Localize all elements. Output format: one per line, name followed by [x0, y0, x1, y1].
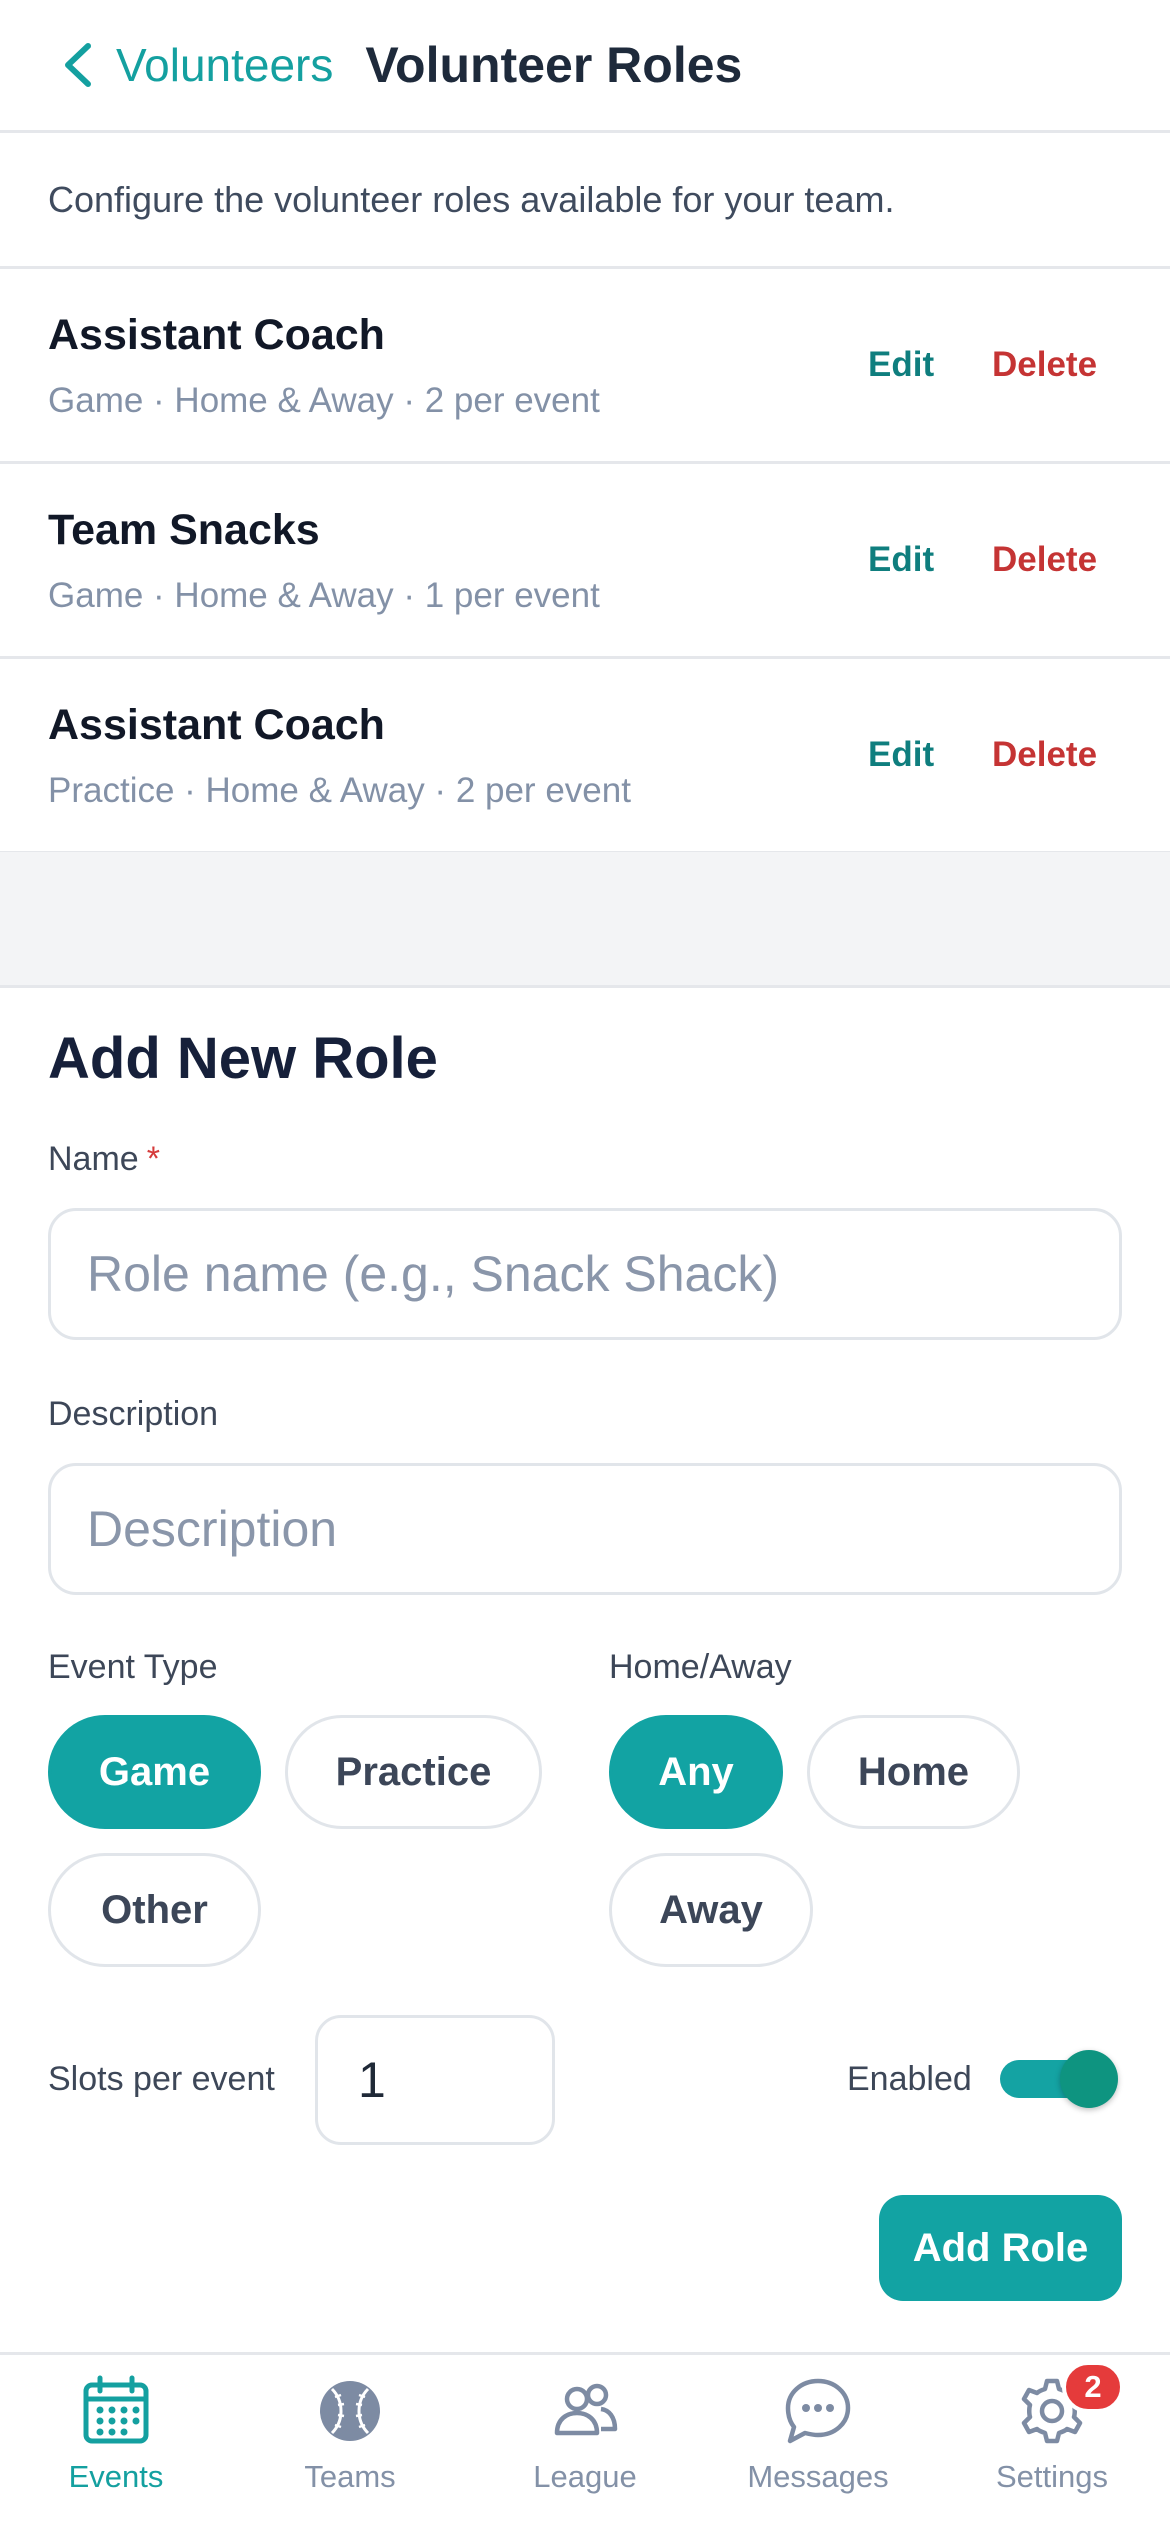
gear-icon: 2	[1016, 2361, 1124, 2447]
slots-label: Slots per event	[48, 2060, 275, 2098]
description-input[interactable]	[48, 1463, 1122, 1595]
nav-label: Settings	[995, 2459, 1108, 2494]
nav-events[interactable]: Events	[16, 2375, 216, 2525]
role-meta: Game · Home & Away · 1 per event	[48, 576, 600, 615]
role-name-input[interactable]	[48, 1208, 1122, 1340]
description-label: Description	[48, 1395, 219, 1433]
page-title: Volunteer Roles	[365, 37, 743, 93]
delete-button[interactable]: Delete	[992, 345, 1097, 385]
required-mark: *	[146, 1140, 160, 1178]
calendar-icon	[80, 2375, 152, 2447]
nav-settings[interactable]: 2 Settings	[952, 2361, 1152, 2525]
nav-label: Teams	[304, 2459, 396, 2494]
nav-label: League	[533, 2459, 637, 2494]
toggle-knob	[1060, 2050, 1118, 2108]
chevron-left-icon	[65, 43, 91, 87]
nav-teams[interactable]: Teams	[250, 2375, 450, 2525]
section-divider	[0, 852, 1170, 988]
event-type-practice-pill[interactable]: Practice	[285, 1715, 542, 1829]
home-away-home-pill[interactable]: Home	[807, 1715, 1020, 1829]
role-name: Team Snacks	[48, 506, 320, 554]
header-bar: Volunteers Volunteer Roles	[0, 0, 1170, 133]
delete-button[interactable]: Delete	[992, 540, 1097, 580]
home-away-label: Home/Away	[609, 1648, 792, 1686]
role-meta: Game · Home & Away · 2 per event	[48, 381, 600, 420]
role-item: Team Snacks Game · Home & Away · 1 per e…	[0, 464, 1170, 659]
baseball-icon	[314, 2375, 386, 2447]
delete-button[interactable]: Delete	[992, 735, 1097, 775]
event-type-game-pill[interactable]: Game	[48, 1715, 261, 1829]
back-button[interactable]: Volunteers	[60, 38, 333, 92]
nav-label: Events	[68, 2459, 164, 2494]
add-role-button[interactable]: Add Role	[879, 2195, 1122, 2301]
form-title: Add New Role	[48, 1026, 438, 1091]
edit-button[interactable]: Edit	[868, 735, 934, 775]
role-meta: Practice · Home & Away · 2 per event	[48, 771, 631, 810]
enabled-label: Enabled	[847, 2060, 972, 2098]
event-type-label: Event Type	[48, 1648, 218, 1686]
edit-button[interactable]: Edit	[868, 540, 934, 580]
people-icon	[549, 2375, 621, 2447]
notification-badge: 2	[1062, 2361, 1124, 2413]
enabled-toggle[interactable]	[1000, 2050, 1120, 2108]
role-item: Assistant Coach Practice · Home & Away ·…	[0, 659, 1170, 854]
nav-league[interactable]: League	[485, 2375, 685, 2525]
home-away-away-pill[interactable]: Away	[609, 1853, 813, 1967]
name-label: Name *	[48, 1140, 160, 1179]
home-away-any-pill[interactable]: Any	[609, 1715, 783, 1829]
nav-label: Messages	[747, 2459, 889, 2494]
role-name: Assistant Coach	[48, 311, 385, 359]
edit-button[interactable]: Edit	[868, 345, 934, 385]
name-label-text: Name	[48, 1140, 139, 1178]
chat-bubble-icon	[782, 2375, 854, 2447]
nav-messages[interactable]: Messages	[718, 2375, 918, 2525]
intro-text: Configure the volunteer roles available …	[0, 133, 1170, 269]
back-label: Volunteers	[116, 39, 334, 91]
role-item: Assistant Coach Game · Home & Away · 2 p…	[0, 269, 1170, 464]
bottom-nav: Events Teams League Messages 2 Settings	[0, 2352, 1170, 2532]
slots-input[interactable]	[315, 2015, 555, 2145]
event-type-other-pill[interactable]: Other	[48, 1853, 261, 1967]
role-name: Assistant Coach	[48, 701, 385, 749]
